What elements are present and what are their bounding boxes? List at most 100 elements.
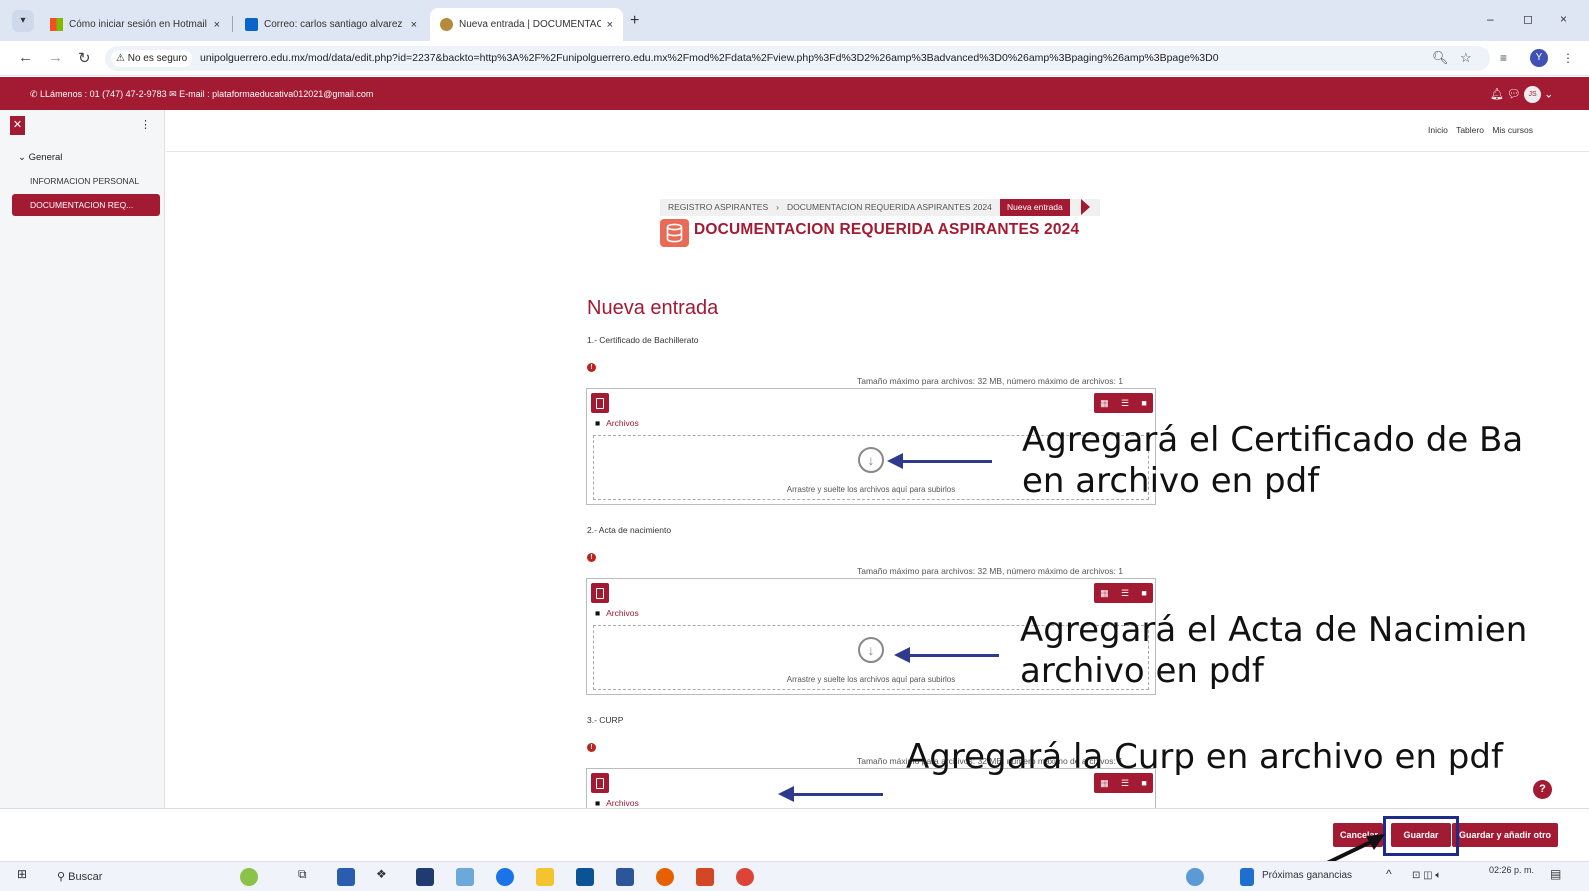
- menu-kebab-icon[interactable]: ⋮: [1562, 51, 1574, 65]
- phone-icon: ✆: [30, 89, 41, 99]
- chevron-down-icon[interactable]: ⌄: [1544, 88, 1553, 100]
- annotation-certificado: Agregará el Certificado de Ba en archivo…: [1022, 420, 1523, 502]
- firefox-icon[interactable]: [656, 868, 674, 886]
- grid-view-icon[interactable]: ▦: [1100, 393, 1109, 413]
- word-icon[interactable]: [616, 868, 634, 886]
- drawer-section-general[interactable]: ⌄ General: [18, 152, 62, 163]
- max-file-info: Tamaño máximo para archivos: 32 MB, núme…: [857, 566, 1123, 576]
- maximize-button[interactable]: ◻: [1523, 12, 1533, 26]
- tray-icons[interactable]: ⊡ ◫ 🔈︎: [1412, 870, 1441, 881]
- chat-icon[interactable]: 💬︎: [1507, 88, 1521, 100]
- bookmark-star-icon[interactable]: ☆: [1460, 50, 1472, 66]
- stocks-widget[interactable]: Próximas ganancias: [1262, 870, 1352, 881]
- path-label: Archivos: [606, 608, 639, 618]
- annotation-line: Agregará el Acta de Nacimien: [1020, 610, 1528, 650]
- breadcrumb: REGISTRO ASPIRANTES › DOCUMENTACION REQUER…: [660, 199, 1100, 216]
- app-icon[interactable]: [456, 868, 474, 886]
- security-label: No es seguro: [127, 53, 188, 64]
- profile-avatar[interactable]: Y: [1530, 49, 1548, 67]
- powerpoint-icon[interactable]: [696, 868, 714, 886]
- bell-icon[interactable]: 🔔︎: [1490, 88, 1504, 100]
- back-icon[interactable]: ←: [18, 49, 33, 66]
- weather-app-icon[interactable]: [240, 868, 258, 886]
- tab-outlook[interactable]: Correo: carlos santiago alvarez ×: [235, 8, 427, 41]
- stocks-icon[interactable]: [1240, 868, 1254, 886]
- file-path[interactable]: ■ Archivos: [595, 608, 639, 618]
- chrome-icon[interactable]: [736, 868, 754, 886]
- field-label-certificado: 1.- Certificado de Bachillerato: [587, 335, 699, 345]
- chevron-up-icon[interactable]: ^: [1386, 867, 1392, 881]
- folder-icon: ■: [595, 798, 601, 808]
- edge-icon[interactable]: [496, 868, 514, 886]
- field-label-acta: 2.- Acta de nacimiento: [587, 525, 672, 535]
- address-bar[interactable]: ⚠ No es seguro unipolguerrero.edu.mx/mod…: [105, 46, 1490, 71]
- add-file-button[interactable]: [591, 583, 609, 603]
- tab-list-button[interactable]: ▾: [12, 10, 34, 32]
- list-view-icon[interactable]: ☰: [1121, 583, 1129, 603]
- tab-nueva-entrada[interactable]: Nueva entrada | DOCUMENTAC ×: [430, 8, 623, 41]
- file-path[interactable]: ■ Archivos: [595, 798, 639, 808]
- app-icon[interactable]: [416, 868, 434, 886]
- add-file-button[interactable]: [591, 393, 609, 413]
- store-icon[interactable]: [337, 868, 355, 886]
- dropbox-icon[interactable]: ❖: [376, 867, 387, 881]
- tab-hotmail[interactable]: Cómo iniciar sesión en Hotmail ×: [40, 8, 230, 41]
- search-icon: ⚲: [57, 871, 69, 883]
- grid-view-icon[interactable]: ▦: [1100, 583, 1109, 603]
- security-chip[interactable]: ⚠ No es seguro: [111, 50, 193, 67]
- taskbar-search[interactable]: ⚲ Buscar: [47, 865, 227, 889]
- view-switcher: ▦ ☰ ■: [1094, 393, 1153, 413]
- required-icon: !: [587, 363, 596, 372]
- close-drawer-button[interactable]: ✕: [10, 116, 25, 135]
- page-title: Nueva entrada: [587, 297, 719, 319]
- top-nav: Inicio Tablero Mis cursos: [1428, 125, 1539, 135]
- nav-tablero[interactable]: Tablero: [1456, 125, 1484, 135]
- media-icon[interactable]: ≡: [1500, 51, 1507, 65]
- tab-close-icon[interactable]: ×: [214, 19, 220, 31]
- more-options-icon[interactable]: ⋮: [140, 118, 151, 131]
- folder-icon: ■: [595, 608, 601, 618]
- help-app-icon[interactable]: [1186, 868, 1204, 886]
- search-placeholder: Buscar: [68, 871, 103, 883]
- user-menu[interactable]: 🔔︎ 💬︎ JS ⌄: [1490, 86, 1553, 103]
- breadcrumb-item[interactable]: DOCUMENTACION REQUERIDA ASPIRANTES 2024: [779, 202, 1000, 212]
- annotation-curp: Agregará la Curp en archivo en pdf: [906, 737, 1503, 777]
- save-and-add-button[interactable]: Guardar y añadir otro: [1452, 823, 1559, 847]
- database-icon: [660, 219, 689, 247]
- zoom-icon[interactable]: 🔍︎: [1432, 50, 1449, 66]
- arrow-line: [907, 654, 999, 657]
- warning-icon: ⚠: [116, 53, 128, 64]
- minimize-button[interactable]: –: [1487, 12, 1494, 26]
- notifications-icon[interactable]: ▤: [1550, 867, 1561, 881]
- start-icon[interactable]: ⊞: [17, 867, 27, 881]
- new-tab-button[interactable]: +: [630, 12, 639, 30]
- arrow-line: [900, 460, 992, 463]
- clock[interactable]: 02:26 p. m.: [1489, 865, 1534, 875]
- window-close-button[interactable]: ×: [1560, 12, 1567, 26]
- folder-view-icon[interactable]: ■: [1141, 583, 1146, 603]
- nav-inicio[interactable]: Inicio: [1428, 125, 1448, 135]
- mail-icon[interactable]: [576, 868, 594, 886]
- list-view-icon[interactable]: ☰: [1121, 393, 1129, 413]
- nav-mis-cursos[interactable]: Mis cursos: [1492, 125, 1533, 135]
- file-explorer-icon[interactable]: [536, 868, 554, 886]
- field-label-curp: 3.- CURP: [587, 715, 624, 725]
- file-path[interactable]: ■ Archivos: [595, 418, 639, 428]
- contact-info: ✆ LLámenos : 01 (747) 47-2-9783 ✉ E-mail…: [30, 89, 373, 100]
- user-avatar[interactable]: JS: [1524, 86, 1542, 103]
- site-header-band: ✆ LLámenos : 01 (747) 47-2-9783 ✉ E-mail…: [0, 77, 1589, 110]
- tab-close-icon[interactable]: ×: [607, 19, 613, 31]
- os-taskbar: ⊞ ⚲ Buscar ⧉ ❖ Próximas ganancias ^ ⊡ ◫ …: [0, 861, 1589, 891]
- drawer-item-informacion-personal[interactable]: INFORMACION PERSONAL: [12, 170, 160, 192]
- help-button[interactable]: ?: [1533, 780, 1552, 799]
- add-file-button[interactable]: [591, 773, 609, 793]
- folder-icon: ■: [595, 418, 601, 428]
- breadcrumb-item[interactable]: REGISTRO ASPIRANTES: [660, 202, 776, 212]
- course-drawer: ✕ ⋮ ⌄ General INFORMACION PERSONAL DOCUM…: [0, 110, 165, 810]
- tab-close-icon[interactable]: ×: [411, 19, 417, 31]
- forward-icon[interactable]: →: [48, 49, 63, 66]
- task-view-icon[interactable]: ⧉: [298, 867, 307, 882]
- reload-icon[interactable]: ↻: [78, 49, 91, 67]
- drawer-item-documentacion[interactable]: DOCUMENTACION REQ...: [12, 194, 160, 216]
- folder-view-icon[interactable]: ■: [1141, 393, 1146, 413]
